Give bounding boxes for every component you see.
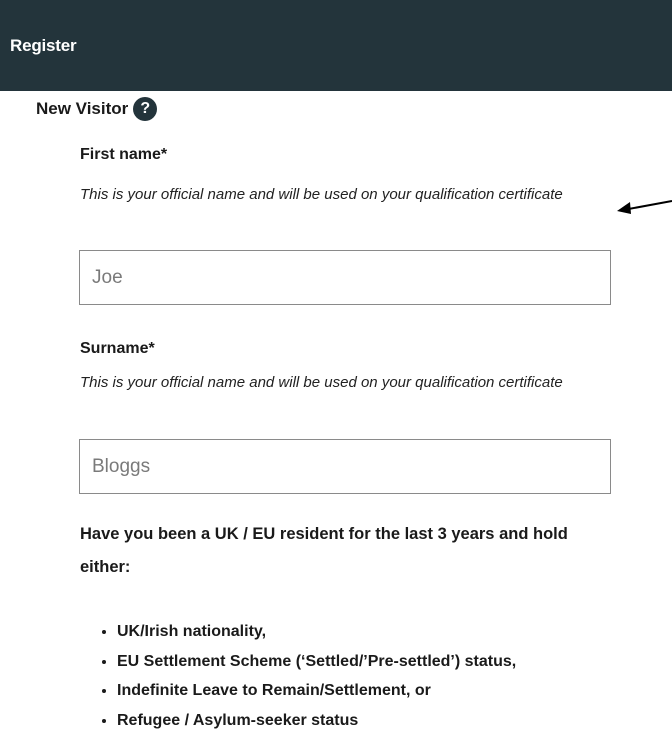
first-name-label: First name* <box>80 146 168 163</box>
help-icon[interactable]: ? <box>133 97 158 121</box>
list-item: UK/Irish nationality, <box>117 617 516 647</box>
residency-options-list: UK/Irish nationality, EU Settlement Sche… <box>80 617 516 735</box>
page-header: Register <box>0 0 672 91</box>
surname-input[interactable] <box>79 439 611 494</box>
section-title-text: New Visitor <box>36 99 129 118</box>
residency-question: Have you been a UK / EU resident for the… <box>80 525 568 576</box>
first-name-input[interactable] <box>79 250 611 305</box>
page-title: Register <box>10 36 77 55</box>
arrow-left-icon <box>617 200 672 214</box>
section-heading: New Visitor ? <box>36 97 158 121</box>
surname-hint: This is your official name and will be u… <box>80 374 563 391</box>
surname-label: Surname* <box>80 340 155 357</box>
first-name-hint: This is your official name and will be u… <box>80 186 563 203</box>
list-item: EU Settlement Scheme (‘Settled/’Pre-sett… <box>117 647 516 677</box>
list-item: Refugee / Asylum-seeker status <box>117 706 516 736</box>
list-item: Indefinite Leave to Remain/Settlement, o… <box>117 676 516 706</box>
